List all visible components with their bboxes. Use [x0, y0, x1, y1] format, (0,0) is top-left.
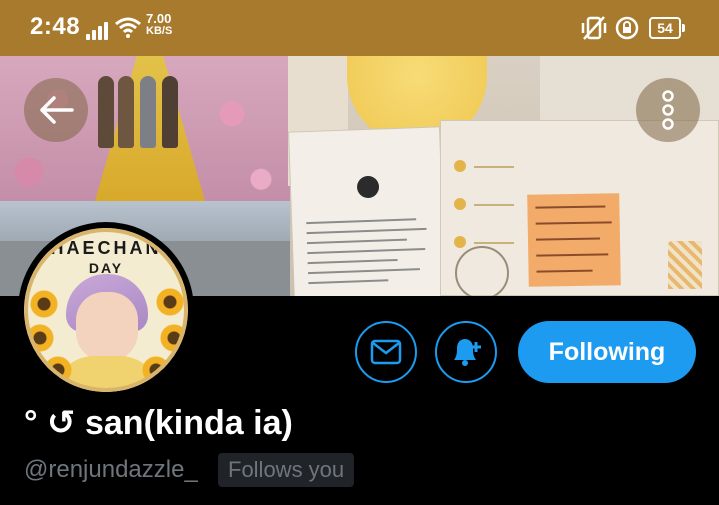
- rotation-lock-icon: [615, 16, 639, 40]
- vibrate-icon: [581, 16, 607, 40]
- banner-sticky-note: [527, 193, 621, 287]
- battery-icon: 54: [649, 17, 685, 39]
- more-vertical-icon: [662, 90, 674, 130]
- signal-icon: [86, 18, 110, 40]
- network-speed: 7.00 KB/S: [146, 11, 182, 37]
- banner-doodle-figure: [668, 241, 702, 289]
- status-bar: 2:48 7.00 KB/S 54: [0, 0, 719, 56]
- profile-avatar[interactable]: HAECHAN DAY: [18, 222, 194, 398]
- banner-receipt: [289, 127, 445, 296]
- following-button[interactable]: Following: [518, 321, 696, 383]
- bell-plus-icon: [454, 339, 481, 366]
- more-options-button[interactable]: [636, 78, 700, 142]
- arrow-left-icon: [40, 96, 74, 124]
- battery-level: 54: [657, 20, 673, 36]
- profile-display-name: ° ↺ san(kinda ia): [24, 404, 293, 442]
- wifi-icon: [115, 17, 141, 38]
- follows-you-badge: Follows you: [218, 453, 355, 487]
- network-speed-unit: KB/S: [146, 25, 173, 37]
- profile-handle: @renjundazzle_: [24, 456, 198, 483]
- notifications-button[interactable]: [435, 321, 497, 383]
- banner-doodle-face: [455, 246, 509, 296]
- network-speed-value: 7.00: [146, 11, 172, 26]
- envelope-icon: [370, 339, 402, 365]
- message-button[interactable]: [355, 321, 417, 383]
- back-button[interactable]: [24, 78, 88, 142]
- status-time: 2:48: [30, 13, 81, 40]
